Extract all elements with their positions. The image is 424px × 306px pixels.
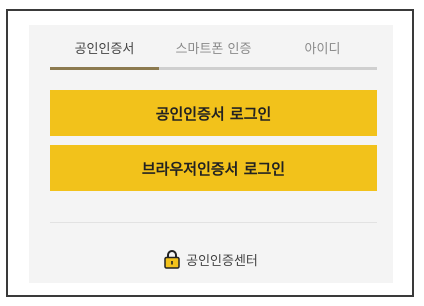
tab-smartphone-auth[interactable]: 스마트폰 인증 xyxy=(159,25,268,70)
certificate-center-link[interactable]: 공인인증센터 xyxy=(29,249,393,269)
divider xyxy=(50,222,377,223)
tab-active-indicator xyxy=(50,67,159,70)
browser-certificate-login-button[interactable]: 브라우저인증서 로그인 xyxy=(50,145,377,191)
certificate-login-button[interactable]: 공인인증서 로그인 xyxy=(50,90,377,136)
login-frame: 공인인증서 스마트폰 인증 아이디 공인인증서 로그인 브라우저인증서 로그인 … xyxy=(6,9,414,297)
certificate-center-label: 공인인증센터 xyxy=(186,253,258,269)
login-tabs: 공인인증서 스마트폰 인증 아이디 xyxy=(50,25,377,70)
tab-certificate[interactable]: 공인인증서 xyxy=(50,25,159,70)
tab-id[interactable]: 아이디 xyxy=(268,25,377,70)
tab-underline-track xyxy=(50,67,377,70)
lock-icon xyxy=(164,250,180,269)
login-panel: 공인인증서 스마트폰 인증 아이디 공인인증서 로그인 브라우저인증서 로그인 … xyxy=(29,25,393,283)
